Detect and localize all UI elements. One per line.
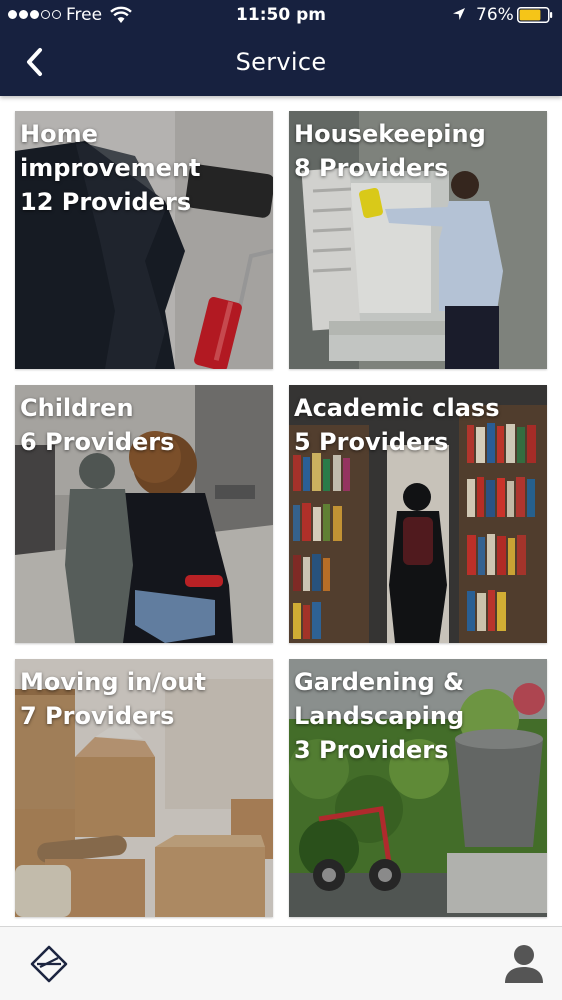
location-arrow-icon [453,8,465,20]
header: Free 11:50 pm 76% Service [0,0,562,96]
battery-icon [517,7,553,23]
service-tile-moving[interactable]: Moving in/out 7 Providers [15,659,273,917]
home-tab[interactable] [28,943,70,985]
status-bar: Free 11:50 pm 76% [0,0,562,30]
service-tile-text: Academic class 5 Providers [294,391,541,459]
user-profile-icon [505,945,543,983]
service-title: Housekeeping [294,120,486,148]
tab-bar [0,926,562,1000]
service-providers-count: 6 Providers [20,428,175,456]
service-tile-academic-class[interactable]: Academic class 5 Providers [289,385,547,643]
service-providers-count: 12 Providers [20,188,192,216]
service-title: Children [20,394,134,422]
service-grid: Home improvement 12 Providers Housekeepi… [0,96,562,926]
service-providers-count: 8 Providers [294,154,449,182]
service-title: Home improvement [20,120,201,182]
service-tile-text: Home improvement 12 Providers [20,117,267,219]
battery-percent: 76% [476,5,514,25]
logo-diamond-icon [30,945,68,983]
service-title: Academic class [294,394,500,422]
service-tile-gardening[interactable]: Gardening & Landscaping 3 Providers [289,659,547,917]
app-screen: Free 11:50 pm 76% Service Home improveme… [0,0,562,1000]
service-tile-text: Children 6 Providers [20,391,267,459]
service-providers-count: 5 Providers [294,428,449,456]
service-tile-housekeeping[interactable]: Housekeeping 8 Providers [289,111,547,369]
service-tile-children[interactable]: Children 6 Providers [15,385,273,643]
service-tile-home-improvement[interactable]: Home improvement 12 Providers [15,111,273,369]
service-tile-text: Housekeeping 8 Providers [294,117,541,185]
service-title: Moving in/out [20,668,206,696]
service-providers-count: 3 Providers [294,736,449,764]
service-providers-count: 7 Providers [20,702,175,730]
page-title: Service [235,48,327,76]
profile-tab[interactable] [502,943,546,985]
service-tile-text: Gardening & Landscaping 3 Providers [294,665,541,767]
nav-bar: Service [0,30,562,96]
service-tile-text: Moving in/out 7 Providers [20,665,267,733]
service-title: Gardening & Landscaping [294,668,465,730]
